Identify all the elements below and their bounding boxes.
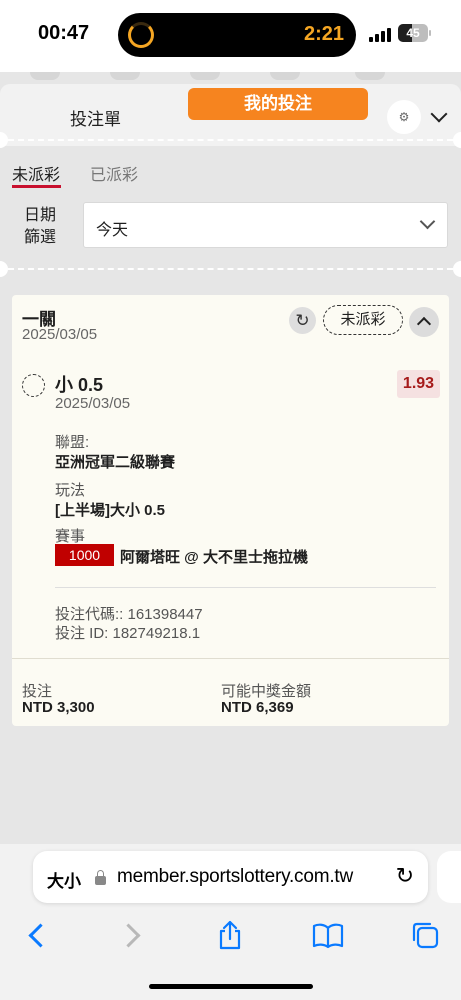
market-value: [上半場]大小 0.5 <box>55 502 166 519</box>
divider-notch <box>0 261 8 277</box>
tab-peek <box>355 72 385 80</box>
event-id-badge: 1000 <box>55 544 114 566</box>
bet-id: 投注 ID: 182749218.1 <box>55 625 201 642</box>
chevron-down-icon <box>419 213 436 230</box>
battery-tip <box>429 30 431 36</box>
event-label: 賽事 <box>55 528 86 545</box>
collapse-button[interactable] <box>409 307 439 337</box>
date-filter-label-line: 篩選 <box>24 229 57 246</box>
browser-toolbar: 大小 member.sportslottery.com.tw ↻ <box>0 844 461 1000</box>
reload-icon[interactable]: ↻ <box>396 863 414 889</box>
league-label: 聯盟: <box>55 434 90 451</box>
chevron-up-icon <box>416 316 432 332</box>
status-bar: 00:47 2:21 45 <box>0 0 461 72</box>
pending-icon <box>22 374 45 397</box>
share-icon[interactable] <box>217 920 243 950</box>
date-filter-select[interactable]: 今天 <box>83 202 448 248</box>
url-text[interactable]: member.sportslottery.com.tw <box>117 866 353 888</box>
league-value: 亞洲冠軍二級聯賽 <box>55 454 176 471</box>
signal-icon <box>369 28 391 42</box>
back-icon[interactable] <box>26 920 42 950</box>
tab-my-bets[interactable]: 我的投注 <box>188 88 368 120</box>
bet-panel: 投注單 我的投注 ⚙ 未派彩 已派彩 日期 篩選 今天 一關 2025/03/0… <box>0 72 461 844</box>
stake-label: 投注 <box>22 683 53 700</box>
date-filter-label-line: 日期 <box>24 207 57 224</box>
divider-notch <box>453 261 461 277</box>
battery-icon: 45 <box>398 24 428 42</box>
bet-date: 2025/03/05 <box>22 326 98 343</box>
market-label: 玩法 <box>55 482 86 499</box>
tab-betslip[interactable]: 投注單 <box>70 105 121 130</box>
timer-readout: 2:21 <box>303 23 344 45</box>
stake-value: NTD 3,300 <box>22 699 95 716</box>
divider <box>8 139 453 141</box>
tab-peek <box>30 72 60 80</box>
selection-date: 2025/03/05 <box>55 395 131 412</box>
bookmarks-icon[interactable] <box>312 920 344 950</box>
dynamic-island[interactable]: 2:21 <box>118 13 356 57</box>
bet-code: 投注代碼:: 161398447 <box>55 606 203 623</box>
battery-percent: 45 <box>406 26 420 40</box>
date-filter-value: 今天 <box>96 222 129 239</box>
tab-peek <box>110 72 140 80</box>
tab-peek <box>270 72 300 80</box>
payout-value: NTD 6,369 <box>221 699 294 716</box>
divider <box>12 658 449 659</box>
date-filter-label: 日期 篩選 <box>24 205 64 249</box>
divider <box>55 587 436 588</box>
gear-icon[interactable]: ⚙ <box>387 100 421 134</box>
status-time: 00:47 <box>38 22 90 44</box>
tab-unsettled[interactable]: 未派彩 <box>12 161 60 185</box>
active-tab-underline <box>12 185 61 188</box>
refresh-icon[interactable]: ↻ <box>289 307 316 334</box>
lock-icon <box>95 870 106 885</box>
payout-label: 可能中獎金額 <box>221 683 312 700</box>
home-indicator[interactable] <box>149 984 313 989</box>
odds-badge: 1.93 <box>397 370 440 398</box>
tab-peek <box>190 72 220 80</box>
selection-name: 小 0.5 <box>55 375 104 395</box>
next-tab-peek[interactable] <box>437 851 461 903</box>
tabs-icon[interactable] <box>410 920 440 950</box>
panel-header: 投注單 我的投注 ⚙ <box>0 84 461 146</box>
event-name: 阿爾塔旺 @ 大不里士拖拉機 <box>120 549 308 566</box>
text-size-button[interactable]: 大小 <box>47 867 81 892</box>
chevron-down-icon[interactable] <box>430 105 448 123</box>
tab-settled[interactable]: 已派彩 <box>90 161 138 185</box>
status-badge: 未派彩 <box>323 305 403 335</box>
divider <box>8 268 453 270</box>
address-bar[interactable]: 大小 member.sportslottery.com.tw ↻ <box>33 851 428 903</box>
timer-icon <box>128 22 154 48</box>
forward-icon[interactable] <box>122 920 138 950</box>
bet-card: 一關 2025/03/05 ↻ 未派彩 小 0.5 2025/03/05 1.9… <box>12 295 449 726</box>
